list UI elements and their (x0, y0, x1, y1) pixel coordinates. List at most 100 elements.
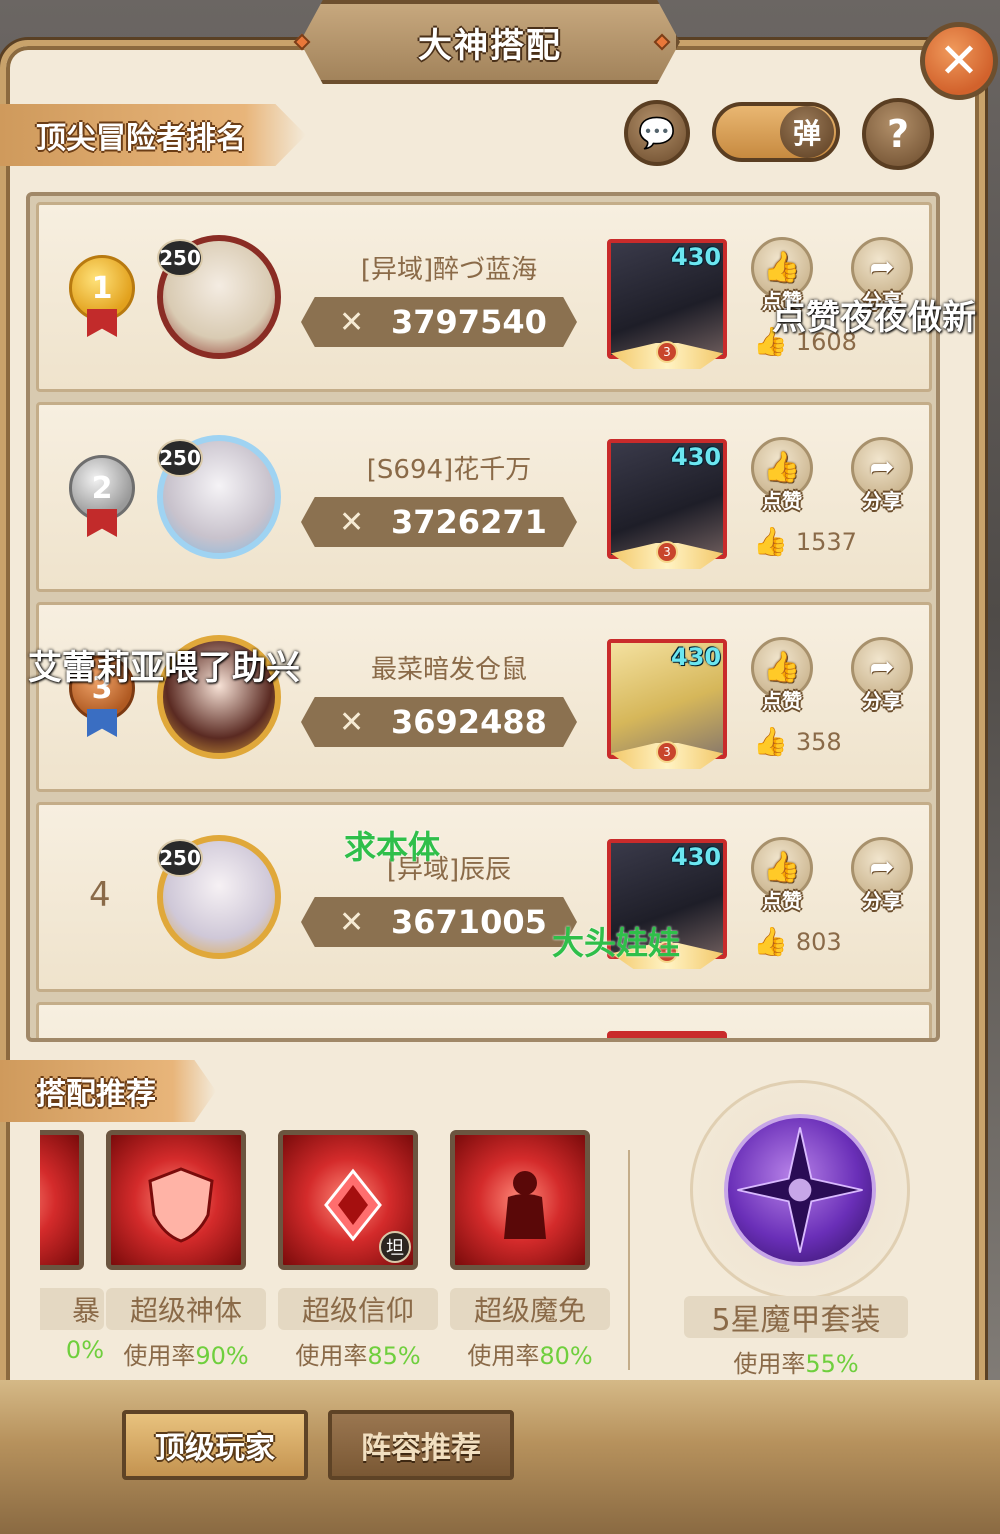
rank-number: 4 (89, 875, 111, 915)
skill-name: 超级神体 (106, 1288, 266, 1330)
crystal-skill-icon: 坦 (278, 1130, 418, 1270)
window-title-plate: 大神搭配 (300, 0, 680, 84)
like-count: 👍 358 (753, 725, 842, 758)
like-label: 点赞 (762, 489, 802, 513)
combat-power-value: 3671005 (391, 903, 547, 941)
medal-ribbon-icon (87, 309, 117, 337)
hero-star-badge: 3 (656, 541, 678, 563)
rank-number: 1 (91, 270, 113, 306)
recommend-carousel[interactable]: 暴 0% 超级神体 使用率90% 坦 超级信仰 使用率85% 超级魔免 使用率8… (40, 1130, 620, 1390)
ranking-row[interactable]: 4 250 [异域]辰辰 ✕ 3671005 430 3 👍 点赞 ➦ 分享 👍… (36, 802, 932, 992)
share-button[interactable]: ➦ 分享 (851, 637, 913, 713)
chat-button[interactable]: 💬 (624, 100, 690, 166)
share-button[interactable]: ➦ 分享 (851, 837, 913, 913)
tab-lineup-recommend[interactable]: 阵容推荐 (328, 1410, 514, 1480)
share-label: 分享 (862, 489, 902, 513)
usage-rate: 使用率85% (278, 1336, 438, 1371)
crossed-swords-icon: ✕ (339, 504, 365, 540)
share-label: 分享 (862, 689, 902, 713)
recommend-item[interactable]: 暴 0% (40, 1130, 104, 1364)
combat-power-bar: ✕ 3671005 (301, 897, 577, 947)
thumbs-up-icon: 👍 (763, 250, 801, 285)
recommend-item[interactable]: 超级魔免 使用率80% (450, 1130, 610, 1371)
crystal-icon (324, 1168, 382, 1242)
medal-ribbon-icon (87, 509, 117, 537)
armor-usage-rate: 使用率55% (684, 1344, 908, 1379)
danmaku-message: 大头娃娃 (552, 924, 681, 962)
like-count: 👍 803 (753, 925, 842, 958)
shield-icon (148, 1167, 214, 1243)
danmaku-message: 点赞夜夜做新 (772, 298, 976, 338)
help-button[interactable]: ? (862, 98, 934, 170)
ranking-row[interactable]: 2 250 [S694]花千万 ✕ 3726271 430 3 👍 点赞 ➦ 分… (36, 402, 932, 592)
hero-portrait (607, 1031, 727, 1038)
combat-power-bar: ✕ 3692488 (301, 697, 577, 747)
armor-set-name: 5星魔甲套装 (684, 1296, 908, 1338)
section-divider (628, 1150, 630, 1370)
like-button[interactable]: 👍 点赞 (751, 837, 813, 913)
close-button[interactable]: ✕ (920, 22, 998, 100)
usage-rate-value: 0% (65, 1336, 104, 1364)
rank-number: 2 (91, 470, 113, 506)
hero-level: 430 (671, 843, 722, 871)
usage-rate-value: 90% (195, 1342, 249, 1370)
combat-power-value: 3692488 (391, 703, 547, 741)
chat-bubble-icon: 💬 (638, 115, 676, 151)
share-button[interactable]: ➦ 分享 (851, 437, 913, 513)
player-level-badge: 250 (157, 839, 203, 877)
ranking-row[interactable]: 3 最菜暗发仓鼠 ✕ 3692488 430 3 👍 点赞 ➦ 分享 👍 358 (36, 602, 932, 792)
like-count-value: 1537 (795, 527, 857, 556)
usage-rate-label: 使用率 (733, 1350, 806, 1378)
skill-name: 超级魔免 (450, 1288, 610, 1330)
close-icon: ✕ (938, 33, 980, 89)
skill-icon (40, 1130, 84, 1270)
armor-set-emblem[interactable] (690, 1080, 910, 1300)
thumbs-up-icon: 👍 (763, 650, 801, 685)
usage-rate-label: 使用率 (295, 1342, 368, 1370)
toggle-knob: 弹 (780, 106, 834, 158)
like-button[interactable]: 👍 点赞 (751, 437, 813, 513)
usage-rate: 0% (40, 1336, 104, 1364)
hero-level: 430 (671, 643, 722, 671)
combat-power-value: 3797540 (391, 303, 547, 341)
tab-top-players[interactable]: 顶级玩家 (122, 1410, 308, 1480)
skill-name: 超级信仰 (278, 1288, 438, 1330)
like-label: 点赞 (762, 889, 802, 913)
player-name: 最菜暗发仓鼠 (370, 655, 527, 685)
usage-rate-value: 85% (367, 1342, 421, 1370)
recommend-item[interactable]: 坦 超级信仰 使用率85% (278, 1130, 438, 1371)
danmaku-message: 求本体 (344, 828, 441, 866)
silhouette-icon (504, 1171, 546, 1239)
question-mark-icon: ? (886, 112, 910, 156)
like-count-value: 358 (795, 727, 842, 756)
usage-rate-label: 使用率 (123, 1342, 196, 1370)
player-level-badge: 250 (157, 439, 203, 477)
thumbs-up-small-icon: 👍 (753, 725, 788, 758)
window-title: 大神搭配 (418, 25, 562, 66)
like-count-value: 803 (795, 927, 842, 956)
combat-power-value: 3726271 (391, 503, 547, 541)
crossed-swords-icon: ✕ (339, 704, 365, 740)
usage-rate: 使用率90% (106, 1336, 266, 1371)
combat-power-bar: ✕ 3797540 (301, 297, 577, 347)
like-button[interactable]: 👍 点赞 (751, 637, 813, 713)
hero-star-badge: 3 (656, 741, 678, 763)
usage-rate-value: 55% (805, 1350, 859, 1378)
combat-power-bar: ✕ 3726271 (301, 497, 577, 547)
recommend-section-title: 搭配推荐 (36, 1077, 156, 1112)
compass-star-icon (724, 1114, 876, 1266)
thumbs-up-icon: 👍 (763, 450, 801, 485)
toggle-label: 弹 (792, 117, 821, 150)
hero-star-badge: 3 (656, 341, 678, 363)
thumbs-up-small-icon: 👍 (753, 525, 788, 558)
recommend-item[interactable]: 超级神体 使用率90% (106, 1130, 266, 1371)
usage-rate: 使用率80% (450, 1336, 610, 1371)
danmaku-toggle[interactable]: 弹 (712, 102, 840, 162)
recommend-section-tag: 搭配推荐 (0, 1060, 216, 1122)
danmaku-message: 艾蕾莉亚喂了助兴 (28, 648, 300, 688)
hero-level: 430 (671, 243, 722, 271)
usage-rate-value: 80% (539, 1342, 593, 1370)
skill-name: 暴 (40, 1288, 104, 1330)
ranking-row-partial[interactable] (36, 1002, 932, 1038)
share-label: 分享 (862, 889, 902, 913)
